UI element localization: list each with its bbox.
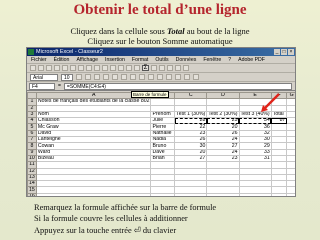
note-check-range: Si la formule couvre les cellules à addi… [34, 214, 188, 223]
function-icon[interactable] [151, 65, 157, 71]
cell[interactable]: Notes de français des étudiants de la cl… [35, 98, 152, 106]
redo-icon[interactable] [118, 65, 124, 71]
cell[interactable] [174, 192, 208, 196]
align-left-icon[interactable] [103, 74, 109, 80]
font-size-select[interactable]: 10 [61, 73, 73, 81]
spreadsheet-grid: A B C D E F G 1Notes de français des étu… [27, 91, 295, 196]
copy-icon[interactable] [86, 65, 92, 71]
cell[interactable] [286, 192, 295, 196]
menu-edition[interactable]: Édition [54, 56, 70, 63]
hyperlink-icon[interactable] [126, 65, 132, 71]
note-formula-bar: Remarquez la formule affichée sur la bar… [34, 203, 217, 212]
excel-app-icon [28, 49, 34, 55]
red-pointer-arrow [261, 93, 280, 112]
formula-bar: F4 = =SOMME(C4:E4) Barre de formule [27, 82, 295, 98]
cell[interactable] [35, 192, 152, 196]
instruction-emphasis: Total [166, 26, 185, 36]
name-box[interactable]: F4 [29, 82, 55, 90]
spellcheck-icon[interactable] [70, 65, 76, 71]
undo-icon[interactable] [110, 65, 116, 71]
row-header[interactable]: 16 [27, 192, 37, 196]
indent-icon[interactable] [166, 74, 172, 80]
fill-color-icon[interactable] [184, 74, 190, 80]
formatting-toolbar: Arial 10 [27, 73, 295, 82]
cell[interactable]: Nathalie [150, 129, 176, 138]
table-row: 16 [27, 192, 295, 196]
menu-bar: Fichier Édition Affichage Insertion Form… [27, 56, 295, 64]
save-icon[interactable] [46, 65, 52, 71]
menu-insertion[interactable]: Insertion [105, 56, 125, 63]
align-center-icon[interactable] [112, 74, 118, 80]
close-button[interactable]: × [288, 49, 294, 55]
maximize-button[interactable]: □ [281, 49, 287, 55]
minimize-button[interactable]: _ [274, 49, 280, 55]
comma-icon[interactable] [157, 74, 163, 80]
instruction-line-1: Cliquez dans la cellule sous Total au bo… [70, 26, 250, 36]
cut-icon[interactable] [78, 65, 84, 71]
sort-asc-icon[interactable] [159, 65, 165, 71]
menu-fichier[interactable]: Fichier [31, 56, 47, 63]
underline-icon[interactable] [94, 74, 100, 80]
fx-icon[interactable]: = [58, 83, 61, 89]
menu-adobe-pdf[interactable]: Adobe PDF [238, 56, 265, 63]
font-color-icon[interactable] [193, 74, 199, 80]
currency-icon[interactable] [139, 74, 145, 80]
percent-icon[interactable] [148, 74, 154, 80]
cell[interactable] [150, 192, 176, 196]
window-titlebar: Microsoft Excel - Classeur2 _ □ × [27, 48, 295, 56]
excel-window: Microsoft Excel - Classeur2 _ □ × Fichie… [26, 47, 296, 197]
instruction-line-2: Cliquez sur le bouton Somme automatique [87, 36, 233, 46]
slide-title: Obtenir le total d’une ligne [73, 2, 247, 18]
print-icon[interactable] [54, 65, 60, 71]
chart-wizard-icon[interactable] [175, 65, 181, 71]
cell[interactable] [206, 192, 240, 196]
menu-affichage[interactable]: Affichage [76, 56, 98, 63]
drawing-icon[interactable] [183, 65, 189, 71]
paste-icon[interactable] [94, 65, 100, 71]
preview-icon[interactable] [62, 65, 68, 71]
cell[interactable]: Test 1 (30%) [174, 110, 208, 119]
window-title: Microsoft Excel - Classeur2 [36, 49, 103, 55]
new-icon[interactable] [30, 65, 36, 71]
web-toolbar-icon[interactable] [134, 65, 140, 71]
menu-donnees[interactable]: Données [176, 56, 197, 63]
formula-input[interactable]: =SOMME(C4:E4) [63, 82, 292, 90]
cell[interactable]: Test 2 (30%) [206, 110, 240, 119]
italic-icon[interactable] [85, 74, 91, 80]
cell[interactable] [270, 192, 288, 196]
borders-icon[interactable] [175, 74, 181, 80]
cell[interactable] [238, 192, 272, 196]
align-right-icon[interactable] [121, 74, 127, 80]
font-select[interactable]: Arial [30, 73, 58, 81]
menu-help[interactable]: ? [228, 56, 231, 63]
menu-format[interactable]: Format [132, 56, 148, 63]
standard-toolbar: Σ [27, 64, 295, 73]
sort-desc-icon[interactable] [167, 65, 173, 71]
bold-icon[interactable] [76, 74, 82, 80]
merge-center-icon[interactable] [130, 74, 136, 80]
formula-bar-tooltip: Barre de formule [131, 91, 169, 98]
menu-outils[interactable]: Outils [155, 56, 168, 63]
menu-fenetre[interactable]: Fenêtre [203, 56, 221, 63]
note-press-enter: Appuyez sur la touche entrée ⏎ du clavie… [34, 226, 177, 235]
format-painter-icon[interactable] [102, 65, 108, 71]
open-icon[interactable] [38, 65, 44, 71]
autosum-button[interactable]: Σ [142, 65, 149, 71]
